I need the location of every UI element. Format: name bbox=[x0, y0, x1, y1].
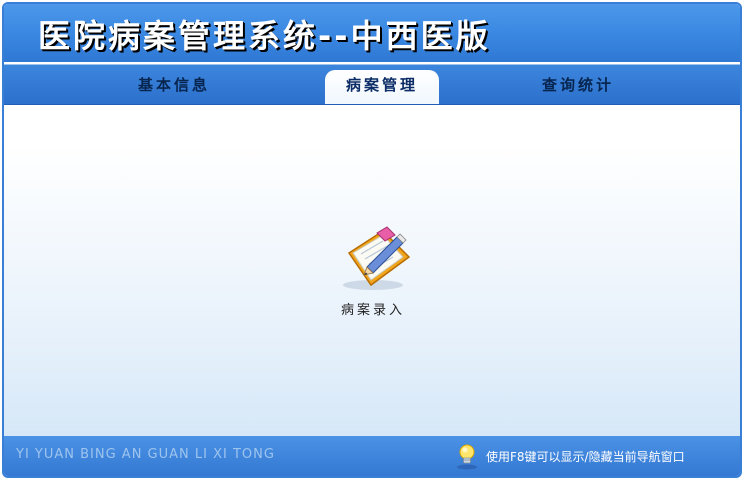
nav-toggle-hint[interactable]: 使用F8键可以显示/隐藏当前导航窗口 bbox=[454, 442, 685, 470]
case-entry-launcher[interactable]: 病案录入 bbox=[328, 223, 418, 318]
clipboard-pencil-icon bbox=[343, 226, 411, 290]
tab-bar: 基本信息 病案管理 查询统计 bbox=[4, 62, 740, 105]
app-title: 医院病案管理系统--中西医版 bbox=[38, 17, 491, 55]
main-window: 医院病案管理系统--中西医版 基本信息 病案管理 查询统计 病案录入 YI YU… bbox=[2, 2, 742, 478]
lightbulb-icon bbox=[457, 444, 477, 470]
nav-toggle-hint-text: 使用F8键可以显示/隐藏当前导航窗口 bbox=[486, 449, 685, 464]
status-bar: YI YUAN BING AN GUAN LI XI TONG 使用F8键可以显… bbox=[4, 436, 740, 476]
tab-query-statistics[interactable]: 查询统计 bbox=[478, 70, 678, 100]
tab-basic-info[interactable]: 基本信息 bbox=[74, 70, 274, 100]
tab-case-management[interactable]: 病案管理 bbox=[325, 70, 439, 104]
footer-pinyin: YI YUAN BING AN GUAN LI XI TONG bbox=[16, 447, 275, 462]
title-bar: 医院病案管理系统--中西医版 bbox=[4, 4, 740, 62]
case-entry-label: 病案录入 bbox=[340, 303, 405, 318]
content-area: 病案录入 bbox=[4, 105, 740, 435]
